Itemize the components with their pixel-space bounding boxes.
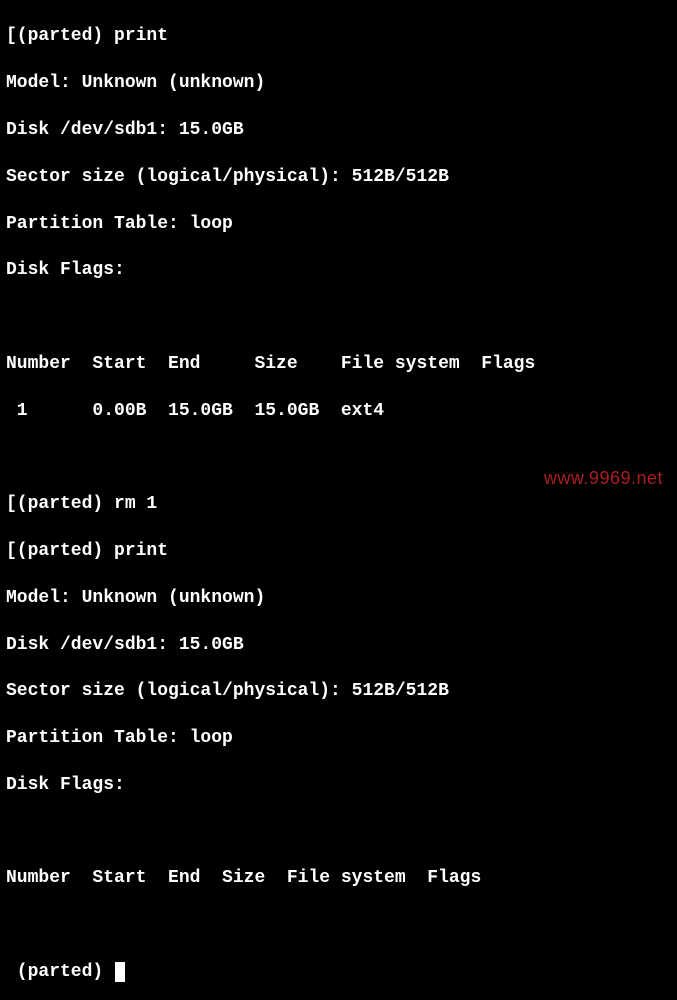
cursor-icon — [115, 962, 125, 982]
partition-table-line: Partition Table: loop — [6, 727, 671, 750]
disk-flags-line: Disk Flags: — [6, 774, 671, 797]
model-line: Model: Unknown (unknown) — [6, 72, 671, 95]
watermark-text: www.9969.net — [544, 467, 663, 490]
model-line: Model: Unknown (unknown) — [6, 587, 671, 610]
sector-line: Sector size (logical/physical): 512B/512… — [6, 166, 671, 189]
prompt-line: [(parted) print — [6, 540, 671, 563]
partition-header: Number Start End Size File system Flags — [6, 353, 671, 376]
partition-header: Number Start End Size File system Flags — [6, 867, 671, 890]
prompt-text: (parted) — [6, 962, 114, 982]
rm-command-line: [(parted) rm 1 — [6, 493, 671, 516]
disk-flags-line: Disk Flags: — [6, 259, 671, 282]
prompt-line: [(parted) print — [6, 25, 671, 48]
disk-line: Disk /dev/sdb1: 15.0GB — [6, 119, 671, 142]
blank-line — [6, 306, 671, 329]
blank-line — [6, 821, 671, 844]
sector-line: Sector size (logical/physical): 512B/512… — [6, 680, 671, 703]
partition-table-line: Partition Table: loop — [6, 213, 671, 236]
prompt-line[interactable]: (parted) — [6, 961, 671, 984]
disk-line: Disk /dev/sdb1: 15.0GB — [6, 634, 671, 657]
terminal-output: [(parted) print Model: Unknown (unknown)… — [0, 0, 677, 1000]
blank-line — [6, 914, 671, 937]
partition-row: 1 0.00B 15.0GB 15.0GB ext4 — [6, 400, 671, 423]
